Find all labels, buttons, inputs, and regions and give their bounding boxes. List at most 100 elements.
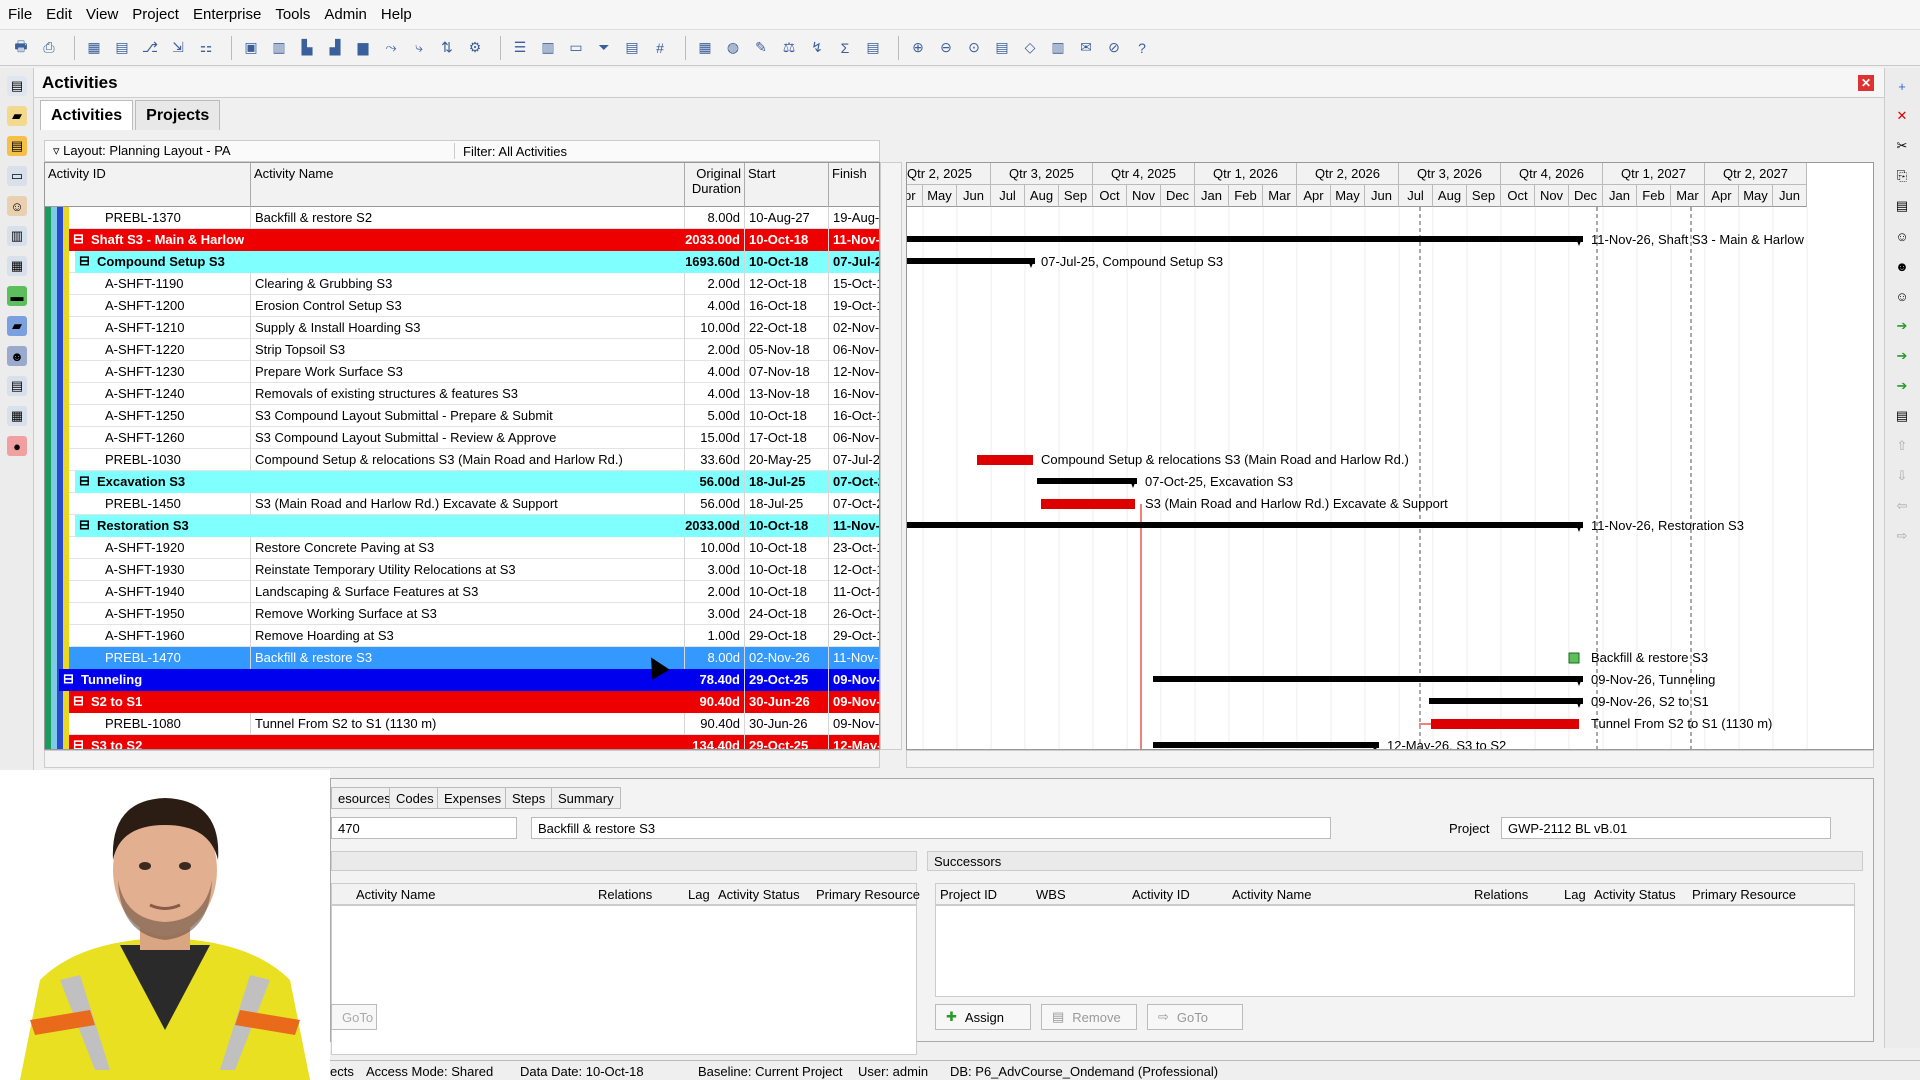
succ-col-relations[interactable]: Relations — [1474, 887, 1528, 902]
paste-icon[interactable]: ▤ — [1892, 196, 1912, 216]
move-down-icon[interactable]: ⇩ — [1892, 466, 1912, 486]
table-row[interactable]: A-SHFT-1230 Prepare Work Surface S3 4.00d 0… — [45, 361, 879, 383]
zoom-in-icon[interactable]: ⊕ — [907, 37, 929, 59]
pred-col-status[interactable]: Activity Status — [718, 887, 800, 902]
tab-activities[interactable]: Activities — [40, 100, 134, 130]
eps-icon[interactable]: ▭ — [7, 166, 27, 186]
col-duration[interactable]: Original Duration — [685, 163, 745, 207]
table-row[interactable]: A-SHFT-1960 Remove Hoarding at S3 1.00d 29-… — [45, 625, 879, 647]
wbs-row[interactable]: ⊟ Tunneling 78.40d29-Oct-2509-Nov-26 — [45, 669, 879, 691]
tools-icon[interactable]: ✎ — [750, 37, 772, 59]
menu-enterprise[interactable]: Enterprise — [193, 6, 261, 23]
arrows-icon[interactable]: ⇅ — [436, 37, 458, 59]
diamond-icon[interactable]: ◇ — [1019, 37, 1041, 59]
schedule-icon[interactable]: ⚙ — [464, 37, 486, 59]
menu-tools[interactable]: Tools — [275, 6, 310, 23]
table-row[interactable]: PREBL-1370 Backfill & restore S2 8.00d 10-A… — [45, 207, 879, 229]
users-icon[interactable]: ☻ — [7, 346, 27, 366]
wbs-row[interactable]: ⊟ Shaft S3 - Main & Harlow 2033.00d 10-Oct-… — [45, 229, 879, 251]
layout-icon[interactable]: ▥ — [268, 37, 290, 59]
tab-summary[interactable]: Summary — [551, 787, 621, 809]
globe-icon[interactable]: ◍ — [722, 37, 744, 59]
col-start[interactable]: Start — [745, 163, 829, 207]
collapse-icon[interactable]: ⊟ — [79, 517, 90, 533]
filter-icon[interactable]: ⏷ — [593, 37, 615, 59]
table-row[interactable]: A-SHFT-1940 Landscaping & Surface Feature… — [45, 581, 879, 603]
bars-icon[interactable]: ▭ — [565, 37, 587, 59]
succ-col-project[interactable]: Project ID — [940, 887, 997, 902]
risks-icon[interactable]: ● — [7, 436, 27, 456]
folder-icon[interactable]: ▰ — [7, 106, 27, 126]
zoom-out-icon[interactable]: ⊖ — [935, 37, 957, 59]
layout-selector[interactable]: ▿ Layout: Planning Layout - PA — [45, 143, 455, 159]
collapse-icon[interactable]: ⊟ — [73, 693, 84, 709]
resources-icon[interactable]: ☺ — [7, 196, 27, 216]
activities-nav-icon[interactable]: ▬ — [7, 286, 27, 306]
pred-goto-button[interactable]: GoTo — [331, 1004, 377, 1030]
table-vscroll[interactable] — [880, 162, 902, 750]
store-icon[interactable]: ▤ — [862, 37, 884, 59]
wbs-row[interactable]: ⊟ Compound Setup S3 1693.60d 10-Oct-18 07-Ju… — [45, 251, 879, 273]
table-row[interactable]: A-SHFT-1240 Removals of existing structur… — [45, 383, 879, 405]
assign-button[interactable]: ✚ Assign — [935, 1004, 1031, 1030]
pred-col-resource[interactable]: Primary Resource — [816, 887, 920, 902]
tab-expenses[interactable]: Expenses — [437, 787, 509, 809]
table-row[interactable]: A-SHFT-1200 Erosion Control Setup S3 4.00d… — [45, 295, 879, 317]
activity-id-field[interactable]: 470 — [331, 817, 517, 839]
project-field[interactable]: GWP-2112 BL vB.01 — [1501, 817, 1831, 839]
comment-icon[interactable]: ✉ — [1075, 37, 1097, 59]
gantt-hscroll[interactable] — [906, 750, 1874, 768]
split-icon[interactable]: ▤ — [991, 37, 1013, 59]
succ-col-lag[interactable]: Lag — [1564, 887, 1586, 902]
print-preview-icon[interactable]: ⎙ — [38, 37, 60, 59]
notebook-icon[interactable]: ▤ — [1892, 406, 1912, 426]
org-icon[interactable]: ⚏ — [195, 37, 217, 59]
table-row[interactable]: A-SHFT-1220 Strip Topsoil S3 2.00d 05-Nov-1… — [45, 339, 879, 361]
assign-role-icon[interactable]: ☻ — [1892, 256, 1912, 276]
table-row[interactable]: A-SHFT-1950 Remove Working Surface at S3 3… — [45, 603, 879, 625]
table-hscroll[interactable] — [44, 750, 880, 768]
histogram-icon[interactable]: ▆ — [352, 37, 374, 59]
zoom-fit-icon[interactable]: ⊙ — [963, 37, 985, 59]
cut-icon[interactable]: ✂ — [1892, 136, 1912, 156]
summarize-icon[interactable]: Σ — [834, 37, 856, 59]
menu-project[interactable]: Project — [132, 6, 179, 23]
collapse-icon[interactable]: ⊟ — [73, 231, 84, 247]
panes-icon[interactable]: ▥ — [1047, 37, 1069, 59]
table-row[interactable]: PREBL-1450 S3 (Main Road and Harlow Rd.) … — [45, 493, 879, 515]
add-icon[interactable]: + — [1892, 76, 1912, 96]
spreadsheet-icon[interactable]: ▦ — [694, 37, 716, 59]
profile-icon[interactable]: ▟ — [324, 37, 346, 59]
issues-icon[interactable]: ▦ — [7, 406, 27, 426]
print-icon[interactable]: 🖶 — [10, 37, 32, 59]
move-up-icon[interactable]: ⇧ — [1892, 436, 1912, 456]
menu-edit[interactable]: Edit — [46, 6, 72, 23]
network-icon[interactable]: ⎇ — [139, 37, 161, 59]
unlink-icon[interactable]: ⤷ — [408, 37, 430, 59]
gantt-icon[interactable]: ▤ — [111, 37, 133, 59]
link-icon[interactable]: ⤳ — [380, 37, 402, 59]
goto-button[interactable]: ⇨ GoTo — [1147, 1004, 1243, 1030]
pred-col-relations[interactable]: Relations — [598, 887, 652, 902]
collapse-icon[interactable]: ⊟ — [73, 737, 84, 749]
wbs-row[interactable]: ⊟ Restoration S3 2033.00d10-Oct-1811-Nov-2… — [45, 515, 879, 537]
wbs-icon[interactable]: ▥ — [7, 226, 27, 246]
activity-name-field[interactable]: Backfill & restore S3 — [531, 817, 1331, 839]
wbs-row[interactable]: ⊟ S2 to S1 90.40d30-Jun-2609-Nov-26 — [45, 691, 879, 713]
succ-col-name[interactable]: Activity Name — [1232, 887, 1311, 902]
tracking-icon[interactable]: ▦ — [7, 256, 27, 276]
table-row[interactable]: A-SHFT-1930 Reinstate Temporary Utility R… — [45, 559, 879, 581]
col-finish[interactable]: Finish — [829, 163, 879, 207]
table-row[interactable]: A-SHFT-1210 Supply & Install Hoarding S3 1… — [45, 317, 879, 339]
layout-options-icon[interactable]: ▤ — [621, 37, 643, 59]
menu-view[interactable]: View — [86, 6, 118, 23]
chart-icon[interactable]: ▙ — [296, 37, 318, 59]
documents-icon[interactable]: ▤ — [7, 376, 27, 396]
table-row[interactable]: A-SHFT-1260 S3 Compound Layout Submittal … — [45, 427, 879, 449]
succ-col-status[interactable]: Activity Status — [1594, 887, 1676, 902]
remove-button[interactable]: ▤ Remove — [1041, 1004, 1137, 1030]
wbs-row[interactable]: ⊟ S3 to S2 134.40d29-Oct-2512-May-26 — [45, 735, 879, 749]
assign-code-icon[interactable]: ☺ — [1892, 286, 1912, 306]
trace-icon[interactable]: ⇲ — [167, 37, 189, 59]
pred-col-name[interactable]: Activity Name — [356, 887, 435, 902]
